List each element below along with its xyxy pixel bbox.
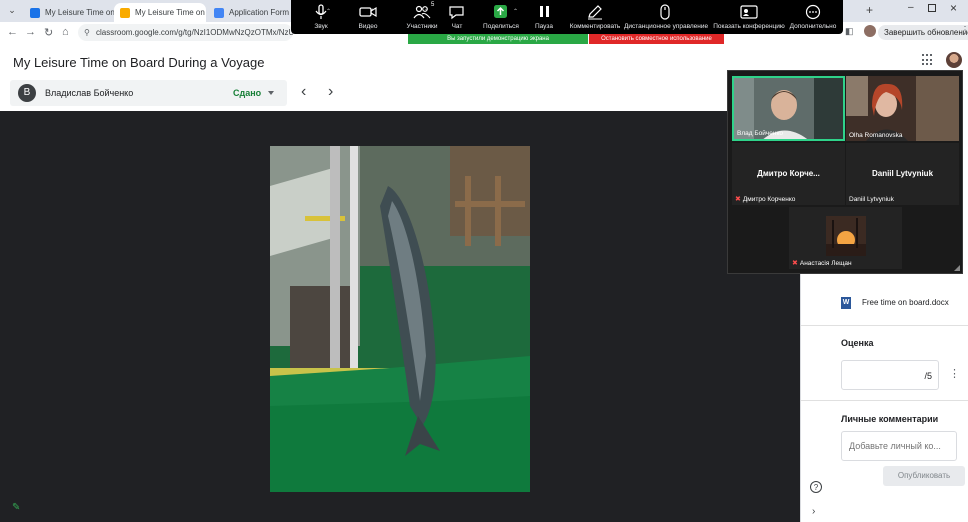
grade-out-of: /5 — [924, 371, 932, 381]
chat-icon — [449, 6, 464, 20]
student-name: Владислав Бойченко — [45, 88, 134, 98]
address-bar[interactable]: ⚲ classroom.google.com/g/tg/NzI1ODMwNzQz… — [78, 24, 293, 41]
tab-title: My Leisure Time on B — [135, 8, 206, 17]
participant-name: Olha Romanovska — [849, 132, 903, 139]
audio-caret-icon[interactable]: ⌃ — [326, 8, 331, 15]
account-avatar[interactable] — [946, 52, 962, 68]
share-caret-icon[interactable]: ⌃ — [513, 8, 518, 15]
participant-tile[interactable]: ✖ Анастасія Лещан — [789, 207, 902, 269]
tab-title: My Leisure Time on B — [45, 8, 114, 17]
annotate-label: Комментировать — [569, 23, 621, 30]
show-meeting-icon — [740, 5, 758, 19]
next-student-button[interactable]: › — [328, 83, 333, 101]
finish-update-button[interactable]: Завершить обновление — [878, 25, 968, 40]
browser-menu-icon[interactable]: ⋮ — [960, 25, 968, 36]
share-screen-icon — [494, 5, 507, 18]
browser-tab[interactable]: My Leisure Time on B × — [24, 3, 114, 22]
remote-control-label: Дистанционное управление — [624, 23, 709, 30]
forms-favicon-icon — [214, 7, 224, 18]
profile-avatar[interactable] — [864, 25, 876, 37]
page-title: My Leisure Time on Board During a Voyage — [13, 55, 265, 70]
annotate-button[interactable]: Комментировать — [563, 0, 627, 34]
attachment-name: Free time on board.docx — [862, 298, 949, 307]
participant-display-name: Дмитро Корче... — [757, 169, 820, 179]
participants-count: 5 — [431, 2, 435, 8]
close-window-icon[interactable]: × — [950, 1, 957, 15]
home-icon[interactable]: ⌂ — [62, 26, 69, 38]
site-info-icon[interactable]: ⚲ — [84, 24, 90, 41]
classroom-favicon-icon — [30, 7, 40, 18]
apps-grid-icon[interactable] — [922, 54, 934, 66]
participant-display-name: Daniil Lytvyniuk — [871, 169, 934, 179]
participant-tile[interactable]: Olha Romanovska — [846, 76, 959, 141]
grade-heading: Оценка — [841, 338, 874, 348]
divider — [801, 400, 968, 401]
participant-tile[interactable]: Daniil Lytvyniuk Daniil Lytvyniuk — [846, 143, 959, 205]
url-text: classroom.google.com/g/tg/NzI1ODMwNzQzOT… — [96, 28, 293, 37]
remote-control-button[interactable]: Дистанционное управление — [624, 0, 709, 34]
more-button[interactable]: Дополнительно — [782, 0, 844, 34]
submitted-photo — [270, 146, 530, 492]
previous-student-button[interactable]: ‹ — [301, 83, 306, 101]
participant-name: Daniil Lytvyniuk — [849, 196, 894, 203]
participants-caret-icon[interactable]: ⌃ — [424, 8, 429, 15]
browser-tab-active[interactable]: My Leisure Time on B × — [114, 3, 206, 22]
attachment-item[interactable]: W Free time on board.docx — [841, 297, 961, 311]
participant-name-row: ✖ Дмитро Корченко — [735, 195, 795, 203]
student-dropdown-icon[interactable] — [268, 91, 274, 95]
help-icon[interactable]: ? — [810, 481, 822, 493]
tab-title: Application Form - G — [229, 8, 290, 17]
grade-more-icon[interactable]: ⋮ — [949, 367, 960, 380]
tab-search-icon[interactable]: ⌄ — [6, 5, 18, 17]
show-meeting-button[interactable]: Показать конференцию — [707, 0, 791, 34]
submission-status: Сдано — [233, 88, 262, 98]
annotate-pen-icon — [588, 5, 602, 20]
browser-tab[interactable]: Application Form - G — [208, 3, 290, 22]
grade-input[interactable]: /5 — [841, 360, 939, 390]
new-tab-button[interactable]: + — [866, 3, 873, 17]
stop-share-button[interactable]: Остановить совместное использование — [589, 34, 724, 44]
muted-mic-icon: ✖ — [792, 260, 798, 267]
show-meeting-label: Показать конференцию — [713, 23, 785, 30]
word-doc-icon: W — [841, 297, 851, 309]
zoom-gallery-window[interactable]: Влад Бойченко Olha Romanovska Дмитро Кор… — [727, 70, 963, 274]
stop-share-text: Остановить совместное использование — [601, 36, 712, 42]
reload-icon[interactable]: ↻ — [44, 26, 53, 39]
expand-panel-icon[interactable]: › — [812, 506, 815, 517]
participant-name-row: ✖ Анастасія Лещан — [792, 259, 852, 267]
publish-button[interactable]: Опубликовать — [883, 466, 965, 486]
private-comments-heading: Личные комментарии — [841, 414, 939, 424]
resize-handle-icon[interactable] — [954, 265, 960, 271]
participant-video — [826, 216, 866, 256]
more-icon — [805, 4, 821, 20]
muted-mic-icon: ✖ — [735, 196, 741, 203]
maximize-window-icon[interactable] — [928, 4, 936, 12]
participant-name: Влад Бойченко — [737, 130, 783, 137]
extensions-icon[interactable]: ◧ — [845, 26, 854, 37]
video-caret-icon[interactable]: ⌃ — [370, 8, 375, 15]
pause-icon — [540, 6, 549, 17]
minimize-window-icon[interactable]: – — [908, 2, 914, 13]
divider — [801, 325, 968, 326]
edit-pencil-icon[interactable]: ✎ — [12, 502, 20, 513]
back-arrow-icon[interactable]: ← — [7, 26, 18, 38]
participant-tile[interactable]: Дмитро Корче... ✖ Дмитро Корченко — [732, 143, 845, 205]
mouse-icon — [660, 4, 670, 20]
share-banner-text: Вы запустили демонстрацию экрана — [447, 36, 549, 42]
participant-tile[interactable]: Влад Бойченко — [732, 76, 845, 141]
participant-name: Дмитро Корченко — [742, 196, 796, 203]
fish-photo-image — [270, 146, 530, 492]
private-comment-input[interactable] — [841, 431, 957, 461]
student-avatar: B — [18, 84, 36, 102]
more-label: Дополнительно — [789, 23, 837, 30]
classroom-favicon-icon — [120, 7, 130, 18]
participant-name: Анастасія Лещан — [799, 260, 852, 267]
zoom-share-toolbar: Звук Видео 5 Участники Чат Поделиться Па… — [291, 0, 843, 34]
forward-arrow-icon[interactable]: → — [25, 26, 36, 38]
screen-share-banner: Вы запустили демонстрацию экрана — [408, 34, 588, 44]
